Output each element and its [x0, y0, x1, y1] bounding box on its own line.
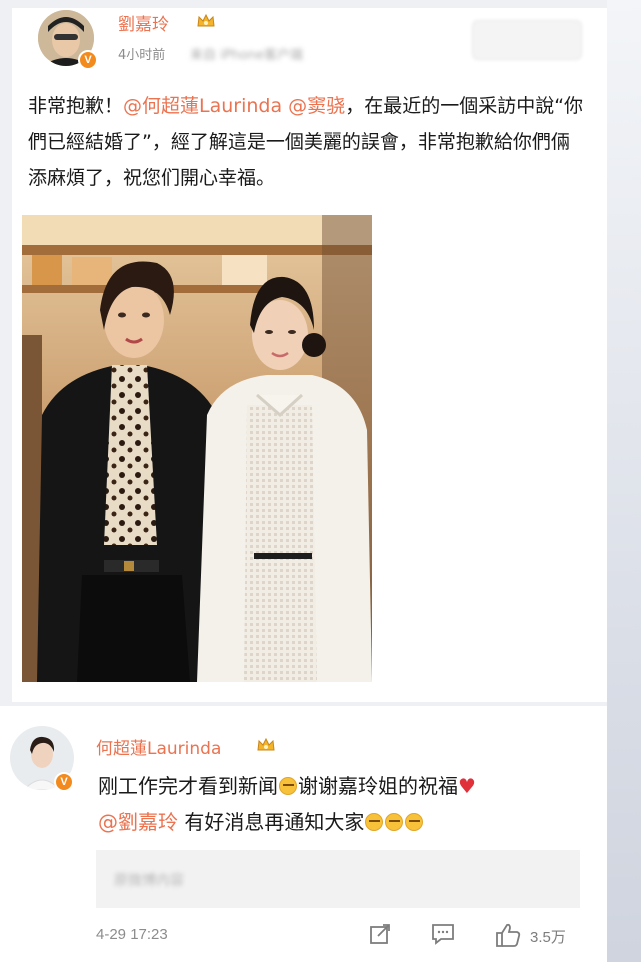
post-source-blurred: 来自 iPhone客户端: [190, 48, 304, 63]
sweat-emoji: [365, 813, 384, 831]
share-icon[interactable]: [368, 922, 392, 946]
post-time: 4小时前: [118, 48, 166, 63]
post-text: 非常抱歉！@何超蓮Laurinda @窦骁，在最近的一個采訪中說“你們已經結婚了…: [28, 95, 584, 189]
comment-icon[interactable]: [430, 922, 456, 946]
post-photo[interactable]: [22, 215, 372, 682]
post-author-name[interactable]: 劉嘉玲: [118, 10, 169, 35]
mention-link[interactable]: @何超蓮Laurinda: [123, 95, 282, 117]
quoted-post-box[interactable]: 原微博内容: [96, 850, 580, 908]
crown-icon: [257, 737, 275, 751]
reply-text: 刚工作完才看到新闻 谢谢嘉玲姐的祝福♥ @劉嘉玲 有好消息再通知大家: [98, 774, 476, 834]
follow-button[interactable]: [472, 20, 582, 60]
like-icon[interactable]: [494, 922, 522, 948]
background-strip: [607, 0, 641, 962]
quoted-post-blurred: 原微博内容: [114, 873, 184, 889]
heart-emoji: ♥: [458, 774, 476, 798]
cry-laugh-emoji: [279, 777, 297, 795]
like-count: 3.5万: [530, 929, 566, 946]
sweat-emoji: [405, 813, 424, 831]
mention-link[interactable]: @劉嘉玲: [98, 810, 178, 834]
reply-time: 4-29 17:23: [96, 926, 168, 943]
crown-icon: [197, 13, 215, 27]
verified-icon: V: [78, 50, 98, 70]
verified-icon: V: [54, 772, 74, 792]
reply-author-name[interactable]: 何超蓮Laurinda: [96, 734, 221, 759]
sweat-emoji: [385, 813, 404, 831]
mention-link[interactable]: @窦骁: [288, 95, 345, 117]
